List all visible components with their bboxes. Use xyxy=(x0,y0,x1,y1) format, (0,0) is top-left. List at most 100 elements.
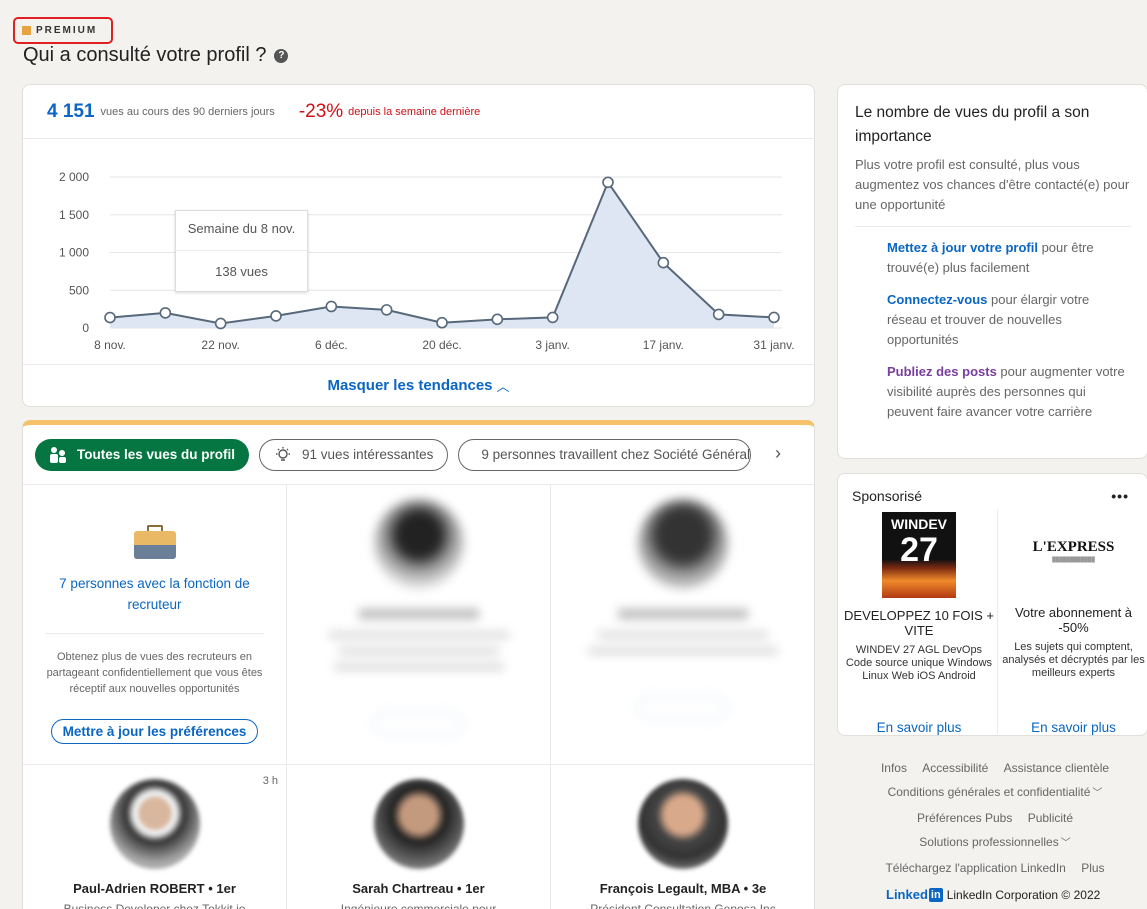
footer-link-business-label: Solutions professionnelles xyxy=(919,835,1059,849)
update-profile-link[interactable]: Mettez à jour votre profil xyxy=(887,240,1038,255)
windev-brand: WINDEV xyxy=(891,516,947,532)
tooltip-value: 138 vues xyxy=(215,264,268,279)
viewers-card: Toutes les vues du profil 91 vues intére… xyxy=(22,420,815,909)
views-count: 4 151 xyxy=(47,100,95,122)
learn-more-link[interactable]: En savoir plus xyxy=(998,720,1147,735)
tip-item: Mettez à jour votre profil pour être tro… xyxy=(887,238,1131,278)
footer-link-business[interactable]: Solutions professionnelles ﹀ xyxy=(919,835,1070,849)
y-tick-label: 1 000 xyxy=(59,246,89,260)
filter-interesting-label: 91 vues intéressantes xyxy=(302,447,434,462)
data-point[interactable] xyxy=(768,311,780,324)
chevron-up-icon: ︿ xyxy=(496,379,510,394)
chart-svg: 0 500 1 000 1 500 2 000 8 nov. 22 nov. 6 déc. 20… xyxy=(59,170,795,352)
y-tick-label: 2 000 xyxy=(59,170,89,184)
chevron-down-icon: ﹀ xyxy=(1092,788,1103,799)
blurred-viewer-card[interactable] xyxy=(287,485,551,765)
viewer-avatar[interactable] xyxy=(638,779,728,869)
blurred-content xyxy=(551,499,814,719)
viewer-card[interactable]: 3 h Paul-Adrien ROBERT • 1er Business De… xyxy=(23,765,287,909)
recruiter-cell: 7 personnes avec la fonction de recruteu… xyxy=(23,485,287,765)
learn-more-link[interactable]: En savoir plus xyxy=(843,720,995,735)
tips-list: Mettez à jour votre profil pour être tro… xyxy=(887,238,1131,422)
chevron-right-icon[interactable]: › xyxy=(775,443,781,464)
filter-interesting[interactable]: 91 vues intéressantes xyxy=(259,438,449,471)
divider xyxy=(855,226,1131,227)
hide-trends-button[interactable]: Masquer les tendances ︿ xyxy=(23,364,814,406)
filter-company[interactable]: 9 personnes travaillent chez Société Gén… xyxy=(458,438,752,471)
data-point[interactable] xyxy=(657,256,670,269)
footer-link-infos[interactable]: Infos xyxy=(881,761,907,775)
viewer-avatar[interactable] xyxy=(109,779,200,869)
data-point[interactable] xyxy=(712,308,725,321)
analytics-card: 4 151 vues au cours des 90 derniers jour… xyxy=(22,84,815,407)
footer-link-terms[interactable]: Conditions générales et confidentialité ﹀ xyxy=(888,785,1103,799)
data-point[interactable] xyxy=(325,300,338,313)
footer-link-more[interactable]: Plus xyxy=(1081,861,1104,875)
page-title-text: Qui a consulté votre profil ? xyxy=(23,44,267,66)
data-point[interactable] xyxy=(546,311,559,324)
ad-title[interactable]: DEVELOPPEZ 10 FOIS + VITE xyxy=(843,608,995,638)
viewer-card[interactable]: François Legault, MBA • 3e Président Con… xyxy=(551,765,814,909)
windev-product-image[interactable]: WINDEV 27 xyxy=(882,512,956,598)
more-options-icon[interactable]: ••• xyxy=(1111,488,1129,504)
viewer-name[interactable]: Sarah Chartreau • 1er xyxy=(287,881,550,896)
data-point[interactable] xyxy=(436,316,448,329)
x-tick-label: 20 déc. xyxy=(422,338,461,352)
lexpress-logo[interactable]: L'EXPRESS ████████████ xyxy=(998,539,1147,595)
ad-desc: Les sujets qui comptent, analysés et déc… xyxy=(1002,641,1145,679)
viewer-headline: Président Consultation Genosa Inc xyxy=(590,902,776,909)
lexpress-brand: L'EXPRESS xyxy=(1032,539,1115,555)
viewer-name[interactable]: Paul-Adrien ROBERT • 1er xyxy=(23,881,286,896)
viewer-card[interactable]: Sarah Chartreau • 1er Ingénieure commerc… xyxy=(287,765,551,909)
data-point[interactable] xyxy=(104,311,116,324)
data-point[interactable] xyxy=(380,304,393,316)
footer-brand: Linked in LinkedIn Corporation © 2022 xyxy=(886,887,1100,902)
filter-all-views[interactable]: Toutes les vues du profil xyxy=(35,438,250,471)
views-chart: 0 500 1 000 1 500 2 000 8 nov. 22 nov. 6 déc. 20… xyxy=(23,140,816,365)
lightbulb-icon xyxy=(274,446,292,464)
ad-desc: WINDEV 27 AGL DevOps Code source unique … xyxy=(845,644,993,682)
viewer-avatar[interactable] xyxy=(373,779,464,869)
data-point[interactable] xyxy=(159,307,172,319)
data-point[interactable] xyxy=(270,310,282,322)
footer-link-advertising[interactable]: Publicité xyxy=(1028,811,1073,825)
viewer-time: 3 h xyxy=(262,775,278,787)
tooltip-title: Semaine du 8 nov. xyxy=(176,211,307,251)
help-icon[interactable]: ? xyxy=(274,48,289,63)
profile-views-tips-card: Le nombre de vues du profil a son import… xyxy=(837,84,1147,459)
connect-link[interactable]: Connectez-vous xyxy=(887,292,987,307)
ad-lexpress[interactable]: L'EXPRESS ████████████ Votre abonnement … xyxy=(997,509,1147,735)
x-tick-label: 31 janv. xyxy=(753,338,794,352)
stats-bar: 4 151 vues au cours des 90 derniers jour… xyxy=(23,85,814,139)
ad-windev[interactable]: WINDEV 27 DEVELOPPEZ 10 FOIS + VITE WIND… xyxy=(843,509,995,735)
data-point[interactable] xyxy=(602,176,614,189)
divider xyxy=(45,633,264,634)
briefcase-icon xyxy=(133,525,176,559)
views-label: vues au cours des 90 derniers jours xyxy=(100,105,275,118)
update-preferences-button[interactable]: Mettre à jour les préférences xyxy=(50,719,259,744)
tips-title: Le nombre de vues du profil a son import… xyxy=(855,104,1090,145)
premium-badge[interactable]: PREMIUM xyxy=(13,17,113,44)
hide-trends-label: Masquer les tendances xyxy=(327,377,493,394)
footer-link-accessibility[interactable]: Accessibilité xyxy=(922,761,988,775)
publish-posts-link[interactable]: Publiez des posts xyxy=(887,364,997,379)
sponsored-label: Sponsorisé xyxy=(852,488,923,504)
tips-subtitle: Plus votre profil est consulté, plus vou… xyxy=(855,157,1130,212)
y-tick-label: 500 xyxy=(69,283,89,297)
x-tick-label: 3 janv. xyxy=(535,338,569,352)
y-tick-label: 0 xyxy=(82,321,89,335)
data-point[interactable] xyxy=(491,313,504,326)
chevron-down-icon: ﹀ xyxy=(1060,838,1071,849)
viewer-name[interactable]: François Legault, MBA • 3e xyxy=(551,881,814,896)
blurred-viewer-card[interactable] xyxy=(551,485,814,765)
footer-link-ad-prefs[interactable]: Préférences Pubs xyxy=(917,811,1012,825)
tip-item: Connectez-vous pour élargir votre réseau… xyxy=(887,290,1131,350)
ad-title[interactable]: Votre abonnement à -50% xyxy=(998,605,1147,635)
copyright: LinkedIn Corporation © 2022 xyxy=(946,887,1101,902)
change-label: depuis la semaine dernière xyxy=(348,105,481,118)
footer-link-app[interactable]: Téléchargez l'application LinkedIn xyxy=(885,861,1065,875)
recruiter-title[interactable]: 7 personnes avec la fonction de recruteu… xyxy=(53,573,256,615)
footer-link-support[interactable]: Assistance clientèle xyxy=(1004,761,1109,775)
footer-links: Infos Accessibilité Assistance clientèle… xyxy=(860,756,1130,880)
data-point[interactable] xyxy=(214,317,227,330)
